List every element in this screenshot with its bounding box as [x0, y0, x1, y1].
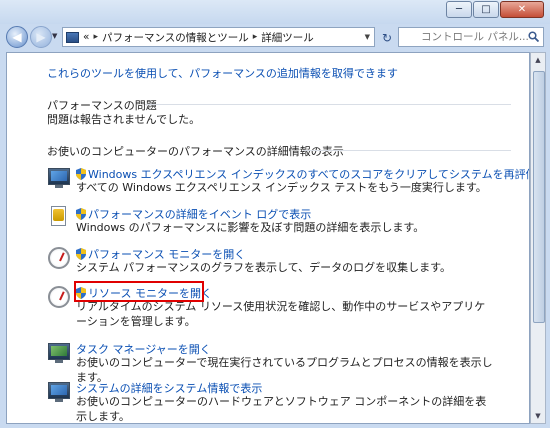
- breadcrumb-advanced-tools[interactable]: 詳細ツール: [261, 30, 314, 45]
- task-manager-icon: [47, 341, 71, 365]
- control-panel-icon: [66, 31, 79, 43]
- maximize-button[interactable]: □: [473, 1, 499, 18]
- scroll-down-icon[interactable]: ▼: [531, 409, 545, 423]
- search-icon[interactable]: [528, 30, 540, 46]
- search-placeholder: コントロール パネル...: [421, 31, 529, 43]
- details-heading: お使いのコンピューターのパフォーマンスの詳細情報の表示: [47, 145, 344, 158]
- performance-gauge-icon: [47, 246, 71, 270]
- scroll-up-icon[interactable]: ▲: [531, 53, 545, 67]
- tool-desc-system-info: お使いのコンピューターのハードウェアとソフトウェア コンポーネントの詳細を表示し…: [76, 395, 487, 423]
- monitor-shield-icon: [47, 166, 71, 190]
- scroll-thumb[interactable]: [533, 71, 545, 323]
- navigation-bar: ◀ ▶ ▼ « ▸ パフォーマンスの情報とツール ▸ 詳細ツール ▼ ↻ コント…: [0, 24, 550, 52]
- window-controls: ─ □ ✕: [445, 1, 544, 18]
- window-frame: ─ □ ✕ ◀ ▶ ▼ « ▸ パフォーマンスの情報とツール ▸ 詳細ツール ▼…: [0, 0, 550, 428]
- refresh-icon[interactable]: ↻: [378, 30, 396, 46]
- resource-gauge-icon: [47, 285, 71, 309]
- system-info-icon: [47, 380, 71, 404]
- forward-button[interactable]: ▶: [30, 26, 52, 48]
- tool-desc-resource-monitor: リアルタイムのシステム リソース使用状況を確認し、動作中のサービスやアプリケーシ…: [76, 300, 486, 328]
- tool-item-system-info: システムの詳細をシステム情報で表示 お使いのコンピューターのハードウェアとソフト…: [47, 380, 517, 423]
- uac-shield-icon: [76, 208, 86, 220]
- tool-desc-wei: すべての Windows エクスペリエンス インデックス テストをもう一度実行し…: [76, 181, 487, 194]
- breadcrumb-separator-icon[interactable]: ▸: [253, 32, 258, 42]
- vertical-scrollbar[interactable]: ▲ ▼: [530, 52, 546, 424]
- tool-desc-perf-monitor: システム パフォーマンスのグラフを表示して、データのログを収集します。: [76, 261, 451, 274]
- address-dropdown-icon[interactable]: ▼: [365, 33, 370, 41]
- intro-link[interactable]: これらのツールを使用して、パフォーマンスの追加情報を取得できます: [47, 65, 398, 81]
- event-log-icon: [47, 206, 71, 230]
- back-button[interactable]: ◀: [6, 26, 28, 48]
- close-button[interactable]: ✕: [500, 1, 544, 18]
- title-bar: ─ □ ✕: [0, 0, 550, 24]
- breadcrumb-performance-tools[interactable]: パフォーマンスの情報とツール: [102, 30, 249, 45]
- uac-shield-icon: [76, 168, 86, 180]
- search-input[interactable]: コントロール パネル...: [398, 27, 544, 47]
- tool-item-event-log: パフォーマンスの詳細をイベント ログで表示 Windows のパフォーマンスに影…: [47, 206, 517, 236]
- tool-item-task-manager: タスク マネージャーを開く お使いのコンピューターで現在実行されているプログラム…: [47, 341, 517, 384]
- tool-desc-event-log: Windows のパフォーマンスに影響を及ぼす問題の詳細を表示します。: [76, 221, 425, 234]
- address-overflow[interactable]: «: [83, 31, 89, 43]
- highlight-box: [74, 281, 204, 302]
- address-bar[interactable]: « ▸ パフォーマンスの情報とツール ▸ 詳細ツール ▼: [62, 27, 375, 47]
- breadcrumb-separator-icon[interactable]: ▸: [93, 32, 98, 42]
- content-pane: これらのツールを使用して、パフォーマンスの追加情報を取得できます パフォーマンス…: [6, 52, 530, 424]
- tool-item-wei: Windows エクスペリエンス インデックスのすべてのスコアをクリアしてシステ…: [47, 166, 529, 196]
- issues-divider: [145, 104, 511, 105]
- tool-item-perf-monitor: パフォーマンス モニターを開く システム パフォーマンスのグラフを表示して、デー…: [47, 246, 517, 276]
- uac-shield-icon: [76, 248, 86, 260]
- minimize-button[interactable]: ─: [446, 1, 472, 18]
- details-divider: [303, 150, 511, 151]
- issues-text: 問題は報告されませんでした。: [47, 113, 201, 126]
- history-dropdown-icon[interactable]: ▼: [52, 32, 57, 40]
